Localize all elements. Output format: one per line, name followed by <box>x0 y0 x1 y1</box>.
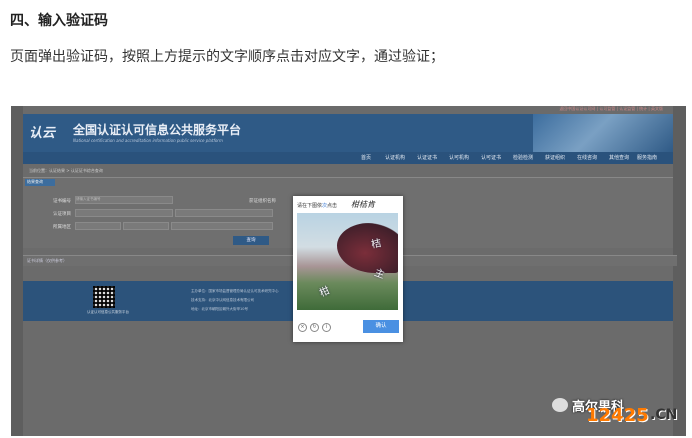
watermark-site-tld: .CN <box>650 407 678 423</box>
captcha-image[interactable]: 桔 主 柑 <box>297 213 398 310</box>
site-subtitle: National certification and accreditation… <box>73 138 223 143</box>
site-logo[interactable]: 认云 <box>29 122 65 144</box>
nav-item[interactable]: 认可机构 <box>449 154 469 161</box>
search-button[interactable]: 查询 <box>233 236 269 245</box>
qr-caption: 认证认可信息公共服务平台 <box>87 310 129 314</box>
cert-type-label: 认证项目 <box>53 212 71 217</box>
cert-type-select[interactable] <box>75 209 173 217</box>
captcha-confirm-button[interactable]: 确认 <box>363 320 399 333</box>
nav-item[interactable]: 获证组织 <box>545 154 565 161</box>
info-icon[interactable]: i <box>322 323 331 332</box>
footer-line: 主办单位：国家市场监督管理总局认证认可技术研究中心 <box>191 289 279 293</box>
site-top-links[interactable]: 返回中国认证认可网 | 认可监管 | 认证监管 | 统计 | 英文版 <box>559 106 663 114</box>
article-heading: 四、输入验证码 <box>10 13 108 29</box>
region-label: 所属地区 <box>53 225 71 230</box>
org-name-label: 获证组织名称 <box>249 199 276 204</box>
refresh-icon[interactable]: ↻ <box>310 323 319 332</box>
region-select-district[interactable] <box>171 222 273 230</box>
captcha-char[interactable]: 柑 <box>316 282 332 299</box>
article-description: 页面弹出验证码，按照上方提示的文字顺序点击对应文字，通过验证； <box>10 49 444 65</box>
nav-item[interactable]: 在线咨询 <box>577 154 597 161</box>
screenshot-frame: 返回中国认证认可网 | 认可监管 | 认证监管 | 统计 | 英文版 认云 全国… <box>11 106 686 436</box>
nav-item[interactable]: 服务指南 <box>637 154 657 161</box>
site-banner: 认云 全国认证认可信息公共服务平台 National certification… <box>23 114 673 152</box>
footer-line: 技术支持：北京中认网信息技术有限公司 <box>191 298 254 302</box>
nav-item[interactable]: 其他查询 <box>609 154 629 161</box>
captcha-target-chars: 柑桔肯 <box>351 200 375 209</box>
wechat-icon <box>552 398 568 412</box>
cert-subtype-select[interactable] <box>175 209 273 217</box>
nav-item[interactable]: 认可证书 <box>481 154 501 161</box>
nav-item[interactable]: 认证机构 <box>385 154 405 161</box>
cert-no-label: 证书编号 <box>53 199 71 204</box>
watermark-site-number: 12425 <box>586 405 649 426</box>
captcha-dialog: 请在下图依次点击 柑桔肯 桔 主 柑 × ↻ i 确认 <box>293 196 403 342</box>
region-select-province[interactable] <box>75 222 121 230</box>
nav-item[interactable]: 检验检测 <box>513 154 533 161</box>
qr-code <box>93 286 115 308</box>
nav-item[interactable]: 首页 <box>361 154 371 161</box>
site-nav: 首页 认证机构 认证证书 认可机构 认可证书 检验检测 获证组织 在线咨询 其他… <box>23 152 673 164</box>
site-title: 全国认证认可信息公共服务平台 <box>73 123 242 137</box>
banner-art <box>533 114 673 152</box>
panel-tab[interactable]: 结果查询 <box>25 179 55 186</box>
captcha-prompt: 请在下图依次点击 <box>297 203 338 209</box>
region-select-city[interactable] <box>123 222 169 230</box>
footer-line: 地址：北京市朝阳区朝外大街甲10号 <box>191 307 248 311</box>
captcha-image-tree <box>337 223 398 273</box>
breadcrumb: 当前位置：认证结果 > 认证证书综合查询 <box>29 168 103 173</box>
cert-no-input[interactable]: 请输入证书编号 <box>75 196 173 204</box>
nav-item[interactable]: 认证证书 <box>417 154 437 161</box>
close-icon[interactable]: × <box>298 323 307 332</box>
